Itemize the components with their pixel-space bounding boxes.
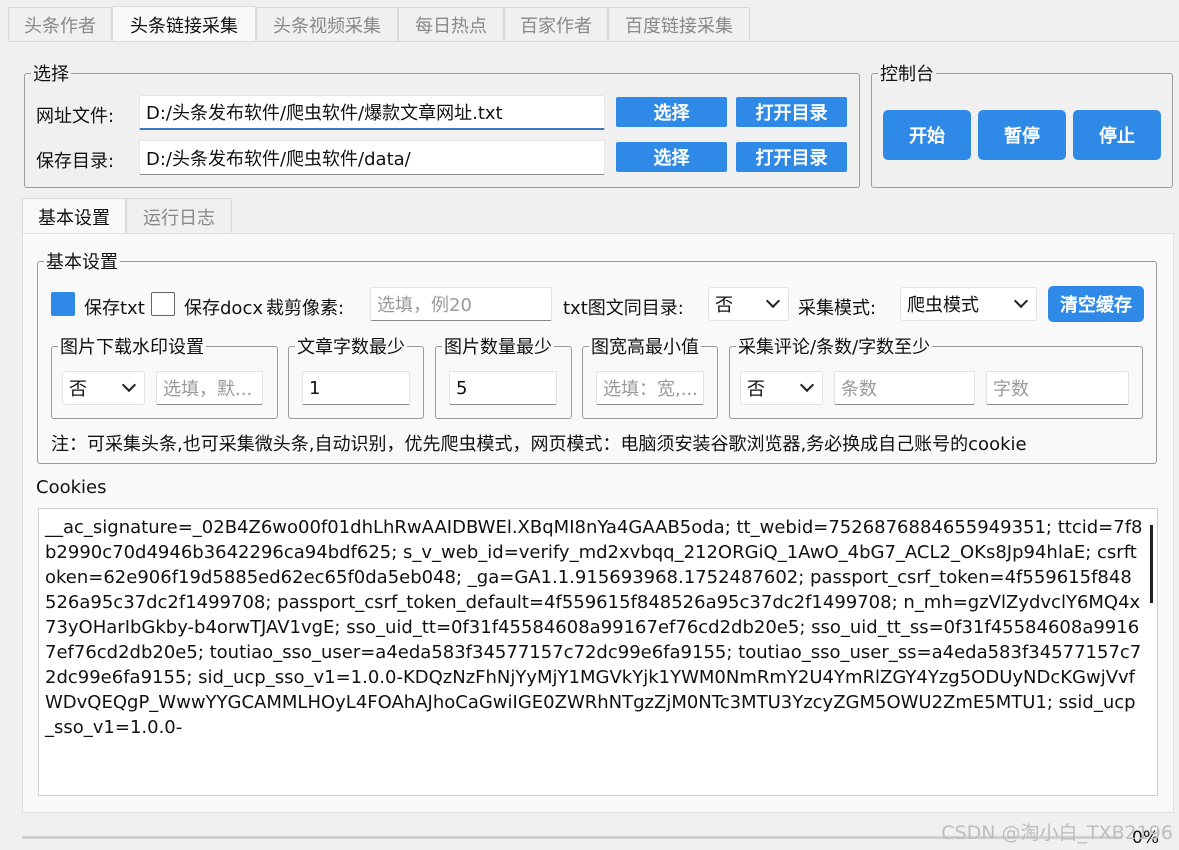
txt-same-dir-label: txt图文同目录: bbox=[563, 298, 684, 319]
chevron-down-icon bbox=[765, 293, 781, 309]
url-file-input[interactable]: D:/头条发布软件/爬虫软件/爆款文章网址.txt bbox=[139, 95, 605, 130]
comments-count-input[interactable]: 条数 bbox=[834, 371, 975, 405]
tab-run-log[interactable]: 运行日志 bbox=[126, 198, 232, 234]
clear-cache-button[interactable]: 清空缓存 bbox=[1048, 286, 1144, 322]
cookies-scrollbar[interactable] bbox=[1141, 511, 1155, 793]
console-group-legend: 控制台 bbox=[880, 64, 934, 85]
tab-toutiao-video-collect[interactable]: 头条视频采集 bbox=[256, 7, 398, 41]
choose-url-file-button[interactable]: 选择 bbox=[616, 97, 727, 127]
min-size-input[interactable]: 选填：宽,... bbox=[596, 371, 704, 405]
min-images-input[interactable]: 5 bbox=[449, 371, 557, 405]
chevron-down-icon bbox=[799, 377, 815, 393]
tab-toutiao-author[interactable]: 头条作者 bbox=[8, 7, 112, 41]
save-txt-checkbox[interactable] bbox=[51, 292, 75, 316]
collect-mode-select[interactable]: 爬虫模式 bbox=[900, 287, 1037, 321]
watermark-input[interactable]: 选填，默... bbox=[156, 371, 263, 405]
crop-pixels-label: 裁剪像素: bbox=[266, 298, 345, 319]
watermark-select[interactable]: 否 bbox=[62, 371, 145, 405]
cookies-label: Cookies bbox=[36, 477, 107, 498]
tab-daily-hot[interactable]: 每日热点 bbox=[398, 7, 504, 41]
collect-mode-value: 爬虫模式 bbox=[907, 295, 979, 316]
watermark-value: 否 bbox=[69, 379, 87, 400]
pause-button[interactable]: 暂停 bbox=[978, 110, 1066, 160]
cookies-textarea[interactable]: __ac_signature=_02B4Z6wo00f01dhLhRwAAIDB… bbox=[38, 508, 1158, 796]
open-url-dir-button[interactable]: 打开目录 bbox=[736, 97, 847, 127]
chevron-down-icon bbox=[121, 377, 137, 393]
tab-baidu-link-collect[interactable]: 百度链接采集 bbox=[608, 7, 750, 41]
choose-save-dir-button[interactable]: 选择 bbox=[616, 142, 727, 172]
save-docx-checkbox[interactable] bbox=[151, 292, 175, 316]
save-dir-input[interactable]: D:/头条发布软件/爬虫软件/data/ bbox=[139, 140, 605, 175]
save-txt-label: 保存txt bbox=[84, 298, 145, 319]
open-save-dir-button[interactable]: 打开目录 bbox=[736, 142, 847, 172]
select-group-legend: 选择 bbox=[33, 64, 69, 85]
min-words-input[interactable]: 1 bbox=[302, 371, 410, 405]
stop-button[interactable]: 停止 bbox=[1073, 110, 1161, 160]
tab-basic-settings[interactable]: 基本设置 bbox=[22, 198, 126, 234]
min-words-legend: 文章字数最少 bbox=[297, 337, 405, 358]
tab-toutiao-link-collect[interactable]: 头条链接采集 bbox=[112, 6, 256, 42]
watermark-legend: 图片下载水印设置 bbox=[60, 337, 204, 358]
min-size-legend: 图宽高最小值 bbox=[591, 337, 699, 358]
comments-select[interactable]: 否 bbox=[740, 371, 823, 405]
collect-mode-label: 采集模式: bbox=[798, 298, 877, 319]
comments-value: 否 bbox=[747, 379, 765, 400]
tab-divider bbox=[8, 41, 1179, 42]
tab-baijia-author[interactable]: 百家作者 bbox=[504, 7, 608, 41]
cookies-text: __ac_signature=_02B4Z6wo00f01dhLhRwAAIDB… bbox=[45, 517, 1143, 738]
basic-settings-legend: 基本设置 bbox=[46, 252, 118, 273]
comments-chars-input[interactable]: 字数 bbox=[986, 371, 1129, 405]
csdn-watermark: CSDN @淘小白_TXB2196 bbox=[941, 822, 1173, 844]
crop-pixels-input[interactable]: 选填，例20 bbox=[370, 287, 552, 321]
chevron-down-icon bbox=[1013, 293, 1029, 309]
min-images-legend: 图片数量最少 bbox=[444, 337, 552, 358]
txt-same-dir-select[interactable]: 否 bbox=[708, 287, 789, 321]
usage-note: 注：可采集头条,也可采集微头条,自动识别，优先爬虫模式，网页模式：电脑须安装谷歌… bbox=[51, 434, 1027, 455]
txt-same-dir-value: 否 bbox=[715, 295, 733, 316]
comments-legend: 采集评论/条数/字数至少 bbox=[738, 337, 931, 358]
url-file-label: 网址文件: bbox=[36, 106, 115, 127]
save-dir-label: 保存目录: bbox=[36, 151, 115, 172]
scrollbar-thumb[interactable] bbox=[1150, 525, 1153, 603]
start-button[interactable]: 开始 bbox=[883, 110, 971, 160]
save-docx-label: 保存docx bbox=[184, 298, 263, 319]
